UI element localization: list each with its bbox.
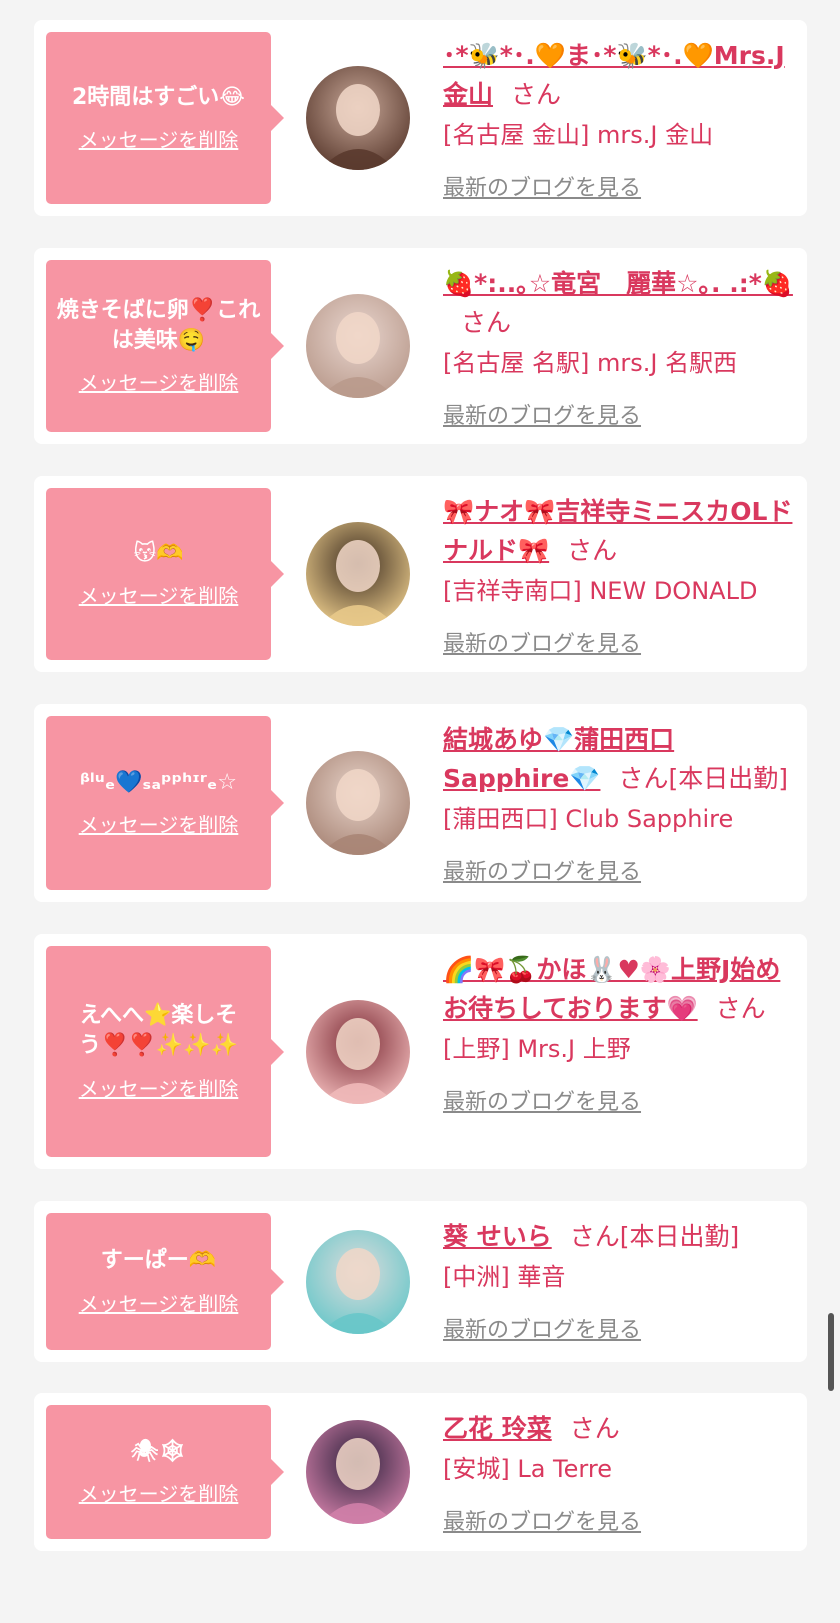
scrollbar-thumb[interactable] <box>828 1313 834 1391</box>
message-card: えへへ⭐️楽しそう❣️❣️✨✨✨ メッセージを削除 🌈🎀🍒かほ🐰♥🌸上野J始めお待ち… <box>34 934 807 1169</box>
latest-blog-link[interactable]: 最新のブログを見る <box>443 1504 641 1536</box>
cast-info: ･*🐝*･.🧡ま･*🐝*･.🧡Mrs.J 金山 さん [名古屋 金山] mrs.J … <box>443 36 793 202</box>
avatar[interactable] <box>306 522 410 626</box>
shop-label: [上野] Mrs.J 上野 <box>443 1035 631 1063</box>
avatar-image <box>306 999 410 1104</box>
delete-message-link[interactable]: メッセージを削除 <box>79 1073 239 1102</box>
honorific: さん <box>715 994 766 1023</box>
message-text: えへへ⭐️楽しそう❣️❣️✨✨✨ <box>79 1003 238 1058</box>
avatar[interactable] <box>306 294 410 398</box>
message-text: すーぱー🫶 <box>100 1248 217 1274</box>
avatar-image <box>306 66 410 170</box>
message-bubble: えへへ⭐️楽しそう❣️❣️✨✨✨ メッセージを削除 <box>46 946 284 1157</box>
avatar-image <box>306 1420 410 1524</box>
name-line: 🍓*:..｡☆竜宮 麗華☆｡. .:*🍓 さん <box>443 264 793 342</box>
cast-info: 🎀ナオ🎀吉祥寺ミニスカOLドナルド🎀 さん [吉祥寺南口] NEW DONALD 最新… <box>443 492 793 658</box>
delete-message-link[interactable]: メッセージを削除 <box>79 580 239 609</box>
latest-blog-link[interactable]: 最新のブログを見る <box>443 1312 641 1344</box>
message-text: 2時間はすごい😂 <box>71 84 245 110</box>
cast-name-link[interactable]: 🍓*:..｡☆竜宮 麗華☆｡. .:*🍓 <box>443 269 793 298</box>
message-text: 焼きそばに卵❣️これは美味🤤 <box>56 297 261 353</box>
honorific: さん <box>511 80 562 109</box>
cast-name-link[interactable]: 🎀ナオ🎀吉祥寺ミニスカOLドナルド🎀 <box>443 497 792 565</box>
shop-label: [中洲] 華音 <box>443 1263 566 1291</box>
name-line: 🎀ナオ🎀吉祥寺ミニスカOLドナルド🎀 さん <box>443 492 793 570</box>
cast-name-link[interactable]: ･*🐝*･.🧡ま･*🐝*･.🧡Mrs.J 金山 <box>443 41 785 109</box>
name-line: 🌈🎀🍒かほ🐰♥🌸上野J始めお待ちしております💗 さん <box>443 950 793 1028</box>
latest-blog-link[interactable]: 最新のブログを見る <box>443 626 641 658</box>
message-text: ᵝˡᵘₑ💙ₛₐᵖᵖʰᶦʳₑ☆ <box>79 769 238 795</box>
avatar-image <box>306 522 410 626</box>
latest-blog-link[interactable]: 最新のブログを見る <box>443 1084 641 1116</box>
cast-name-link[interactable]: 葵 せいら <box>443 1222 552 1251</box>
cast-info: 🍓*:..｡☆竜宮 麗華☆｡. .:*🍓 さん [名古屋 名駅] mrs.J 名駅西… <box>443 264 793 430</box>
message-card: 焼きそばに卵❣️これは美味🤤 メッセージを削除 🍓*:..｡☆竜宮 麗華☆｡. .:… <box>34 248 807 444</box>
message-bubble: 😽🫶 メッセージを削除 <box>46 488 284 660</box>
avatar[interactable] <box>306 1229 410 1334</box>
avatar-image <box>306 751 410 855</box>
name-line: 結城あゆ💎蒲田西口Sapphire💎 さん[本日出勤] <box>443 720 793 798</box>
message-bubble: 焼きそばに卵❣️これは美味🤤 メッセージを削除 <box>46 260 284 432</box>
message-card: ᵝˡᵘₑ💙ₛₐᵖᵖʰᶦʳₑ☆ メッセージを削除 結城あゆ💎蒲田西口Sapphire💎… <box>34 704 807 902</box>
cast-info: 乙花 玲菜 さん [安城] La Terre 最新のブログを見る <box>443 1409 793 1536</box>
message-card: 2時間はすごい😂 メッセージを削除 ･*🐝*･.🧡ま･*🐝*･.🧡Mrs.J 金山さ… <box>34 20 807 216</box>
message-text: 🕷🕸 <box>130 1438 187 1464</box>
shop-label: [安城] La Terre <box>443 1455 612 1483</box>
cast-name-link[interactable]: 乙花 玲菜 <box>443 1414 552 1443</box>
honorific: さん <box>567 536 618 565</box>
delete-message-link[interactable]: メッセージを削除 <box>79 809 239 838</box>
shop-label: [吉祥寺南口] NEW DONALD <box>443 577 758 605</box>
name-line: 葵 せいら さん[本日出勤] <box>443 1217 793 1256</box>
message-list: 2時間はすごい😂 メッセージを削除 ･*🐝*･.🧡ま･*🐝*･.🧡Mrs.J 金山さ… <box>0 0 840 1623</box>
shop-label: [蒲田西口] Club Sapphire <box>443 805 734 833</box>
avatar[interactable] <box>306 751 410 855</box>
avatar[interactable] <box>306 999 410 1104</box>
avatar-image <box>306 1229 410 1334</box>
message-bubble: ᵝˡᵘₑ💙ₛₐᵖᵖʰᶦʳₑ☆ メッセージを削除 <box>46 716 284 890</box>
message-text: 😽🫶 <box>133 540 184 566</box>
name-line: ･*🐝*･.🧡ま･*🐝*･.🧡Mrs.J 金山 さん <box>443 36 793 114</box>
message-card: すーぱー🫶 メッセージを削除 葵 せいら さん[本日出勤] [中洲] 華音最新のブログを… <box>34 1201 807 1362</box>
honorific: さん <box>569 1222 620 1251</box>
delete-message-link[interactable]: メッセージを削除 <box>79 1288 239 1317</box>
latest-blog-link[interactable]: 最新のブログを見る <box>443 170 641 202</box>
cast-info: 🌈🎀🍒かほ🐰♥🌸上野J始めお待ちしております💗 さん [上野] Mrs.J 上野最新… <box>443 950 793 1116</box>
avatar-image <box>306 294 410 398</box>
message-bubble: 2時間はすごい😂 メッセージを削除 <box>46 32 284 204</box>
honorific: さん <box>461 308 512 337</box>
status-label: [本日出勤] <box>668 764 788 793</box>
shop-label: [名古屋 名駅] mrs.J 名駅西 <box>443 349 738 377</box>
name-line: 乙花 玲菜 さん <box>443 1409 793 1448</box>
shop-label: [名古屋 金山] mrs.J 金山 <box>443 121 714 149</box>
status-label: [本日出勤] <box>619 1222 740 1251</box>
delete-message-link[interactable]: メッセージを削除 <box>79 124 239 153</box>
cast-info: 葵 せいら さん[本日出勤] [中洲] 華音最新のブログを見る <box>443 1217 793 1344</box>
honorific: さん <box>618 764 669 793</box>
latest-blog-link[interactable]: 最新のブログを見る <box>443 854 641 886</box>
delete-message-link[interactable]: メッセージを削除 <box>79 1478 239 1507</box>
message-bubble: すーぱー🫶 メッセージを削除 <box>46 1213 284 1350</box>
latest-blog-link[interactable]: 最新のブログを見る <box>443 398 641 430</box>
message-bubble: 🕷🕸 メッセージを削除 <box>46 1405 284 1539</box>
avatar[interactable] <box>306 1420 410 1524</box>
message-card: 🕷🕸 メッセージを削除 乙花 玲菜 さん [安城] La Terre 最新のブログを見る <box>34 1393 807 1551</box>
cast-info: 結城あゆ💎蒲田西口Sapphire💎 さん[本日出勤] [蒲田西口] Club Sa… <box>443 720 793 886</box>
delete-message-link[interactable]: メッセージを削除 <box>79 367 239 396</box>
honorific: さん <box>569 1414 620 1443</box>
message-card: 😽🫶 メッセージを削除 🎀ナオ🎀吉祥寺ミニスカOLドナルド🎀 さん [吉祥寺南口] NE… <box>34 476 807 672</box>
avatar[interactable] <box>306 66 410 170</box>
